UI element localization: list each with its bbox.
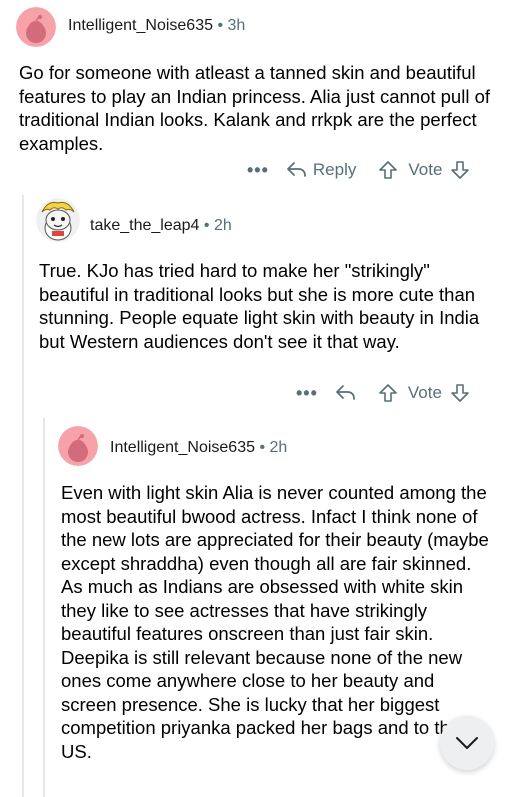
avatar[interactable] <box>36 198 80 242</box>
thread-line <box>22 195 24 797</box>
reply-button[interactable] <box>336 385 356 401</box>
comment-meta: take_the_leap4 • 2h <box>90 217 232 235</box>
reply-arrow-icon <box>287 162 306 177</box>
snoo-avatar-icon <box>58 426 98 466</box>
timestamp: 2h <box>269 439 288 456</box>
more-options-button[interactable]: ••• <box>247 160 269 181</box>
reply-button[interactable]: Reply <box>287 160 356 180</box>
vote-controls: Vote <box>378 383 470 403</box>
chevron-down-icon <box>456 737 478 749</box>
comment-actions: ••• Vote <box>296 379 470 407</box>
comment-body: Go for someone with atleast a tanned ski… <box>19 62 491 154</box>
cartoon-avatar-icon <box>36 198 80 242</box>
vote-controls: Vote <box>378 160 470 180</box>
comment-actions: ••• Reply Vote <box>247 156 470 184</box>
reply-label: Reply <box>312 160 357 179</box>
timestamp: 2h <box>213 217 232 234</box>
thread-line <box>43 418 45 797</box>
comment-body: Even with light skin Alia is never count… <box>61 482 489 762</box>
separator: • <box>203 217 210 234</box>
downvote-icon[interactable] <box>450 383 470 403</box>
author-name[interactable]: Intelligent_Noise635 <box>110 439 255 456</box>
timestamp: 3h <box>227 17 246 34</box>
separator: • <box>217 17 224 34</box>
reply-arrow-icon <box>336 385 355 400</box>
author-name[interactable]: take_the_leap4 <box>90 217 199 234</box>
upvote-icon[interactable] <box>378 383 398 403</box>
upvote-icon[interactable] <box>378 160 398 180</box>
comment-meta: Intelligent_Noise635 • 2h <box>110 439 287 457</box>
snoo-avatar-icon <box>16 7 56 47</box>
avatar[interactable] <box>16 7 56 47</box>
comment-meta: Intelligent_Noise635 • 3h <box>68 17 245 35</box>
downvote-icon[interactable] <box>450 160 470 180</box>
avatar[interactable] <box>58 426 98 466</box>
author-name[interactable]: Intelligent_Noise635 <box>68 17 213 34</box>
vote-label: Vote <box>407 383 442 402</box>
more-options-button[interactable]: ••• <box>296 383 318 404</box>
separator: • <box>259 439 266 456</box>
vote-label: Vote <box>408 160 443 179</box>
scroll-down-button[interactable] <box>440 716 494 770</box>
comment-body: True. KJo has tried hard to make her "st… <box>39 260 480 352</box>
